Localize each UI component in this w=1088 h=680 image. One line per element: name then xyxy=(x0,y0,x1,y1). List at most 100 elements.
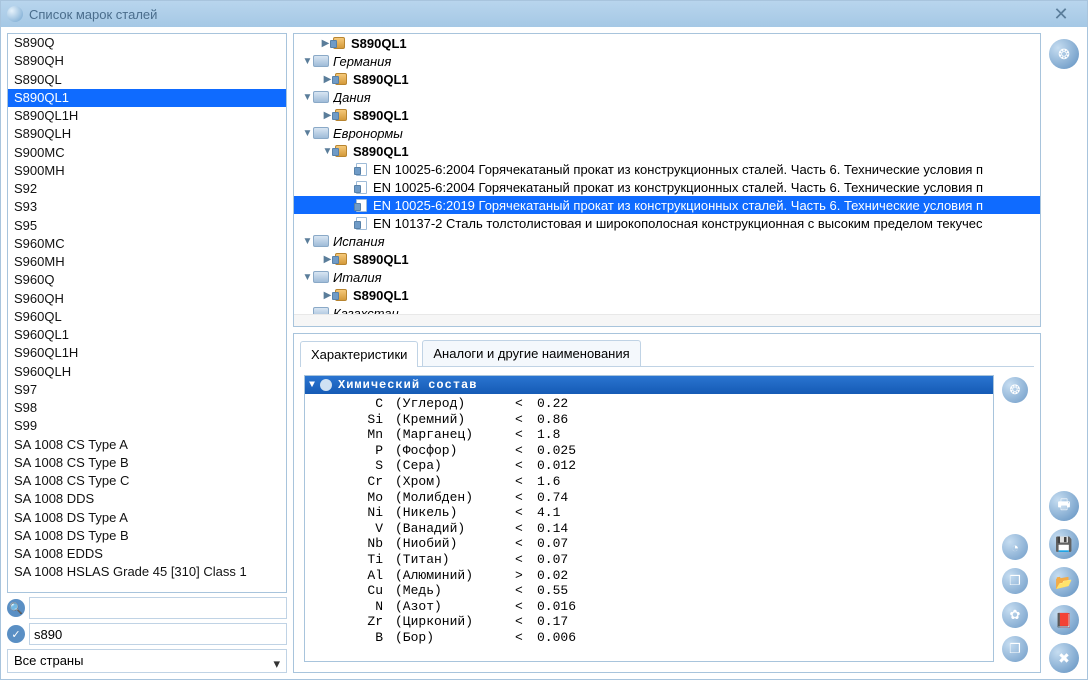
expand-open-icon[interactable]: ▼ xyxy=(302,236,313,247)
list-item[interactable]: S960QH xyxy=(8,290,286,308)
chem-row: C(Углерод)<0.22 xyxy=(315,396,983,412)
list-item[interactable]: S960MC xyxy=(8,235,286,253)
print-button[interactable]: 🖶 xyxy=(1049,491,1079,521)
list-item[interactable]: SA 1008 DS Type B xyxy=(8,527,286,545)
list-item[interactable]: S960QLH xyxy=(8,363,286,381)
text-search-input[interactable] xyxy=(29,597,287,619)
tree-h-scrollbar[interactable] xyxy=(294,314,1040,326)
tab-analogs[interactable]: Аналоги и другие наименования xyxy=(422,340,640,366)
list-item[interactable]: S890QL xyxy=(8,71,286,89)
steel-icon xyxy=(333,288,349,302)
list-item[interactable]: SA 1008 CS Type C xyxy=(8,472,286,490)
chem-row: Ni(Никель)<4.1 xyxy=(315,505,983,521)
list-item[interactable]: S890Q xyxy=(8,34,286,52)
tree-row[interactable]: EN 10025-6:2019 Горячекатаный прокат из … xyxy=(294,196,1040,214)
chem-symbol: Al xyxy=(315,568,395,584)
tree-row[interactable]: ▼S890QL1 xyxy=(294,142,1040,160)
list-item[interactable]: S900MH xyxy=(8,162,286,180)
list-item[interactable]: S960QL xyxy=(8,308,286,326)
chem-symbol: Si xyxy=(315,412,395,428)
tree-row[interactable]: ▼Евронормы xyxy=(294,124,1040,142)
expand-open-icon[interactable]: ▼ xyxy=(302,56,313,67)
expand-open-icon[interactable]: ▼ xyxy=(302,272,313,283)
chem-table[interactable]: C(Углерод)<0.22Si(Кремний)<0.86Mn(Марган… xyxy=(305,394,993,661)
list-item[interactable]: SA 1008 HSLAS Grade 45 [310] Class 1 xyxy=(8,563,286,581)
help-button[interactable]: ❂ xyxy=(1049,39,1079,69)
search-icon[interactable]: 🔍 xyxy=(7,599,25,617)
list-item[interactable]: SA 1008 EDDS xyxy=(8,545,286,563)
chem-op: < xyxy=(515,474,537,490)
tree-row[interactable]: ▶S890QL1 xyxy=(294,250,1040,268)
list-item[interactable]: S960Q xyxy=(8,271,286,289)
chem-row: Cr(Хром)<1.6 xyxy=(315,474,983,490)
tree-row[interactable]: ▶S890QL1 xyxy=(294,286,1040,304)
list-item[interactable]: S97 xyxy=(8,381,286,399)
chart-button[interactable]: ◔ xyxy=(1002,534,1028,560)
section-icon xyxy=(320,379,332,391)
list-item[interactable]: S92 xyxy=(8,180,286,198)
chem-op: > xyxy=(515,568,537,584)
copy-button[interactable]: ❐ xyxy=(1002,568,1028,594)
chem-header[interactable]: ▼ Химический состав xyxy=(305,376,993,394)
document-icon xyxy=(353,180,369,194)
chem-value: 0.86 xyxy=(537,412,568,428)
list-item[interactable]: SA 1008 DS Type A xyxy=(8,509,286,527)
tree-row[interactable]: ▼Дания xyxy=(294,88,1040,106)
list-item[interactable]: S95 xyxy=(8,217,286,235)
filter-icon[interactable]: ✓ xyxy=(7,625,25,643)
save-button[interactable]: 💾 xyxy=(1049,529,1079,559)
docs-button[interactable]: ❐ xyxy=(1002,636,1028,662)
chem-op: < xyxy=(515,521,537,537)
tree-row[interactable]: ▼Испания xyxy=(294,232,1040,250)
chem-name: (Ниобий) xyxy=(395,536,515,552)
book-button[interactable]: 📕 xyxy=(1049,605,1079,635)
list-item[interactable]: S960QL1H xyxy=(8,344,286,362)
list-item[interactable]: S93 xyxy=(8,198,286,216)
list-item[interactable]: S890QH xyxy=(8,52,286,70)
list-item[interactable]: S960MH xyxy=(8,253,286,271)
list-item[interactable]: S99 xyxy=(8,417,286,435)
open-button[interactable]: 📂 xyxy=(1049,567,1079,597)
tree-row[interactable]: ▶S890QL1 xyxy=(294,106,1040,124)
tree-row[interactable]: EN 10025-6:2004 Горячекатаный прокат из … xyxy=(294,178,1040,196)
country-select[interactable]: Все страны xyxy=(7,649,287,673)
chem-name: (Сера) xyxy=(395,458,515,474)
expand-open-icon[interactable]: ▼ xyxy=(302,92,313,103)
chem-op: < xyxy=(515,396,537,412)
chem-header-label: Химический состав xyxy=(338,378,477,392)
country-select-value: Все страны xyxy=(14,653,83,668)
chem-row: S(Сера)<0.012 xyxy=(315,458,983,474)
tree-row[interactable]: Казахстан xyxy=(294,304,1040,314)
steel-list[interactable]: S890QS890QHS890QLS890QL1S890QL1HS890QLHS… xyxy=(8,34,286,592)
close-button[interactable]: ✕ xyxy=(1041,4,1081,25)
tree-row[interactable]: ▼Германия xyxy=(294,52,1040,70)
settings-button[interactable]: ✿ xyxy=(1002,602,1028,628)
list-item[interactable]: S960QL1 xyxy=(8,326,286,344)
chem-op: < xyxy=(515,599,537,615)
list-item[interactable]: S890QL1H xyxy=(8,107,286,125)
expand-open-icon[interactable]: ▼ xyxy=(302,128,313,139)
tree-label: EN 10137-2 Сталь толстолистовая и широко… xyxy=(373,216,1040,231)
exit-button[interactable]: ✖ xyxy=(1049,643,1079,673)
tree-row[interactable]: ▼ Италия xyxy=(294,268,1040,286)
list-item[interactable]: SA 1008 CS Type A xyxy=(8,436,286,454)
chem-op: < xyxy=(515,552,537,568)
tree-label: Италия xyxy=(333,270,1040,285)
chem-row: Mn(Марганец)<1.8 xyxy=(315,427,983,443)
list-item[interactable]: S890QLH xyxy=(8,125,286,143)
list-item[interactable]: S900MC xyxy=(8,144,286,162)
tree-row[interactable]: ▶S890QL1 xyxy=(294,70,1040,88)
filter-search-input[interactable] xyxy=(29,623,287,645)
chem-op: < xyxy=(515,412,537,428)
help-button[interactable]: ❂ xyxy=(1002,377,1028,403)
tree-row[interactable]: ▶S890QL1 xyxy=(294,34,1040,52)
list-item[interactable]: S98 xyxy=(8,399,286,417)
list-item[interactable]: S890QL1 xyxy=(8,89,286,107)
standards-tree[interactable]: ▶S890QL1▼Германия▶S890QL1▼Дания▶S890QL1▼… xyxy=(294,34,1040,314)
chem-panel: ▼ Химический состав C(Углерод)<0.22Si(Кр… xyxy=(304,375,994,662)
list-item[interactable]: SA 1008 CS Type B xyxy=(8,454,286,472)
tab-characteristics[interactable]: Характеристики xyxy=(300,341,418,367)
tree-row[interactable]: EN 10137-2 Сталь толстолистовая и широко… xyxy=(294,214,1040,232)
tree-row[interactable]: EN 10025-6:2004 Горячекатаный прокат из … xyxy=(294,160,1040,178)
list-item[interactable]: SA 1008 DDS xyxy=(8,490,286,508)
